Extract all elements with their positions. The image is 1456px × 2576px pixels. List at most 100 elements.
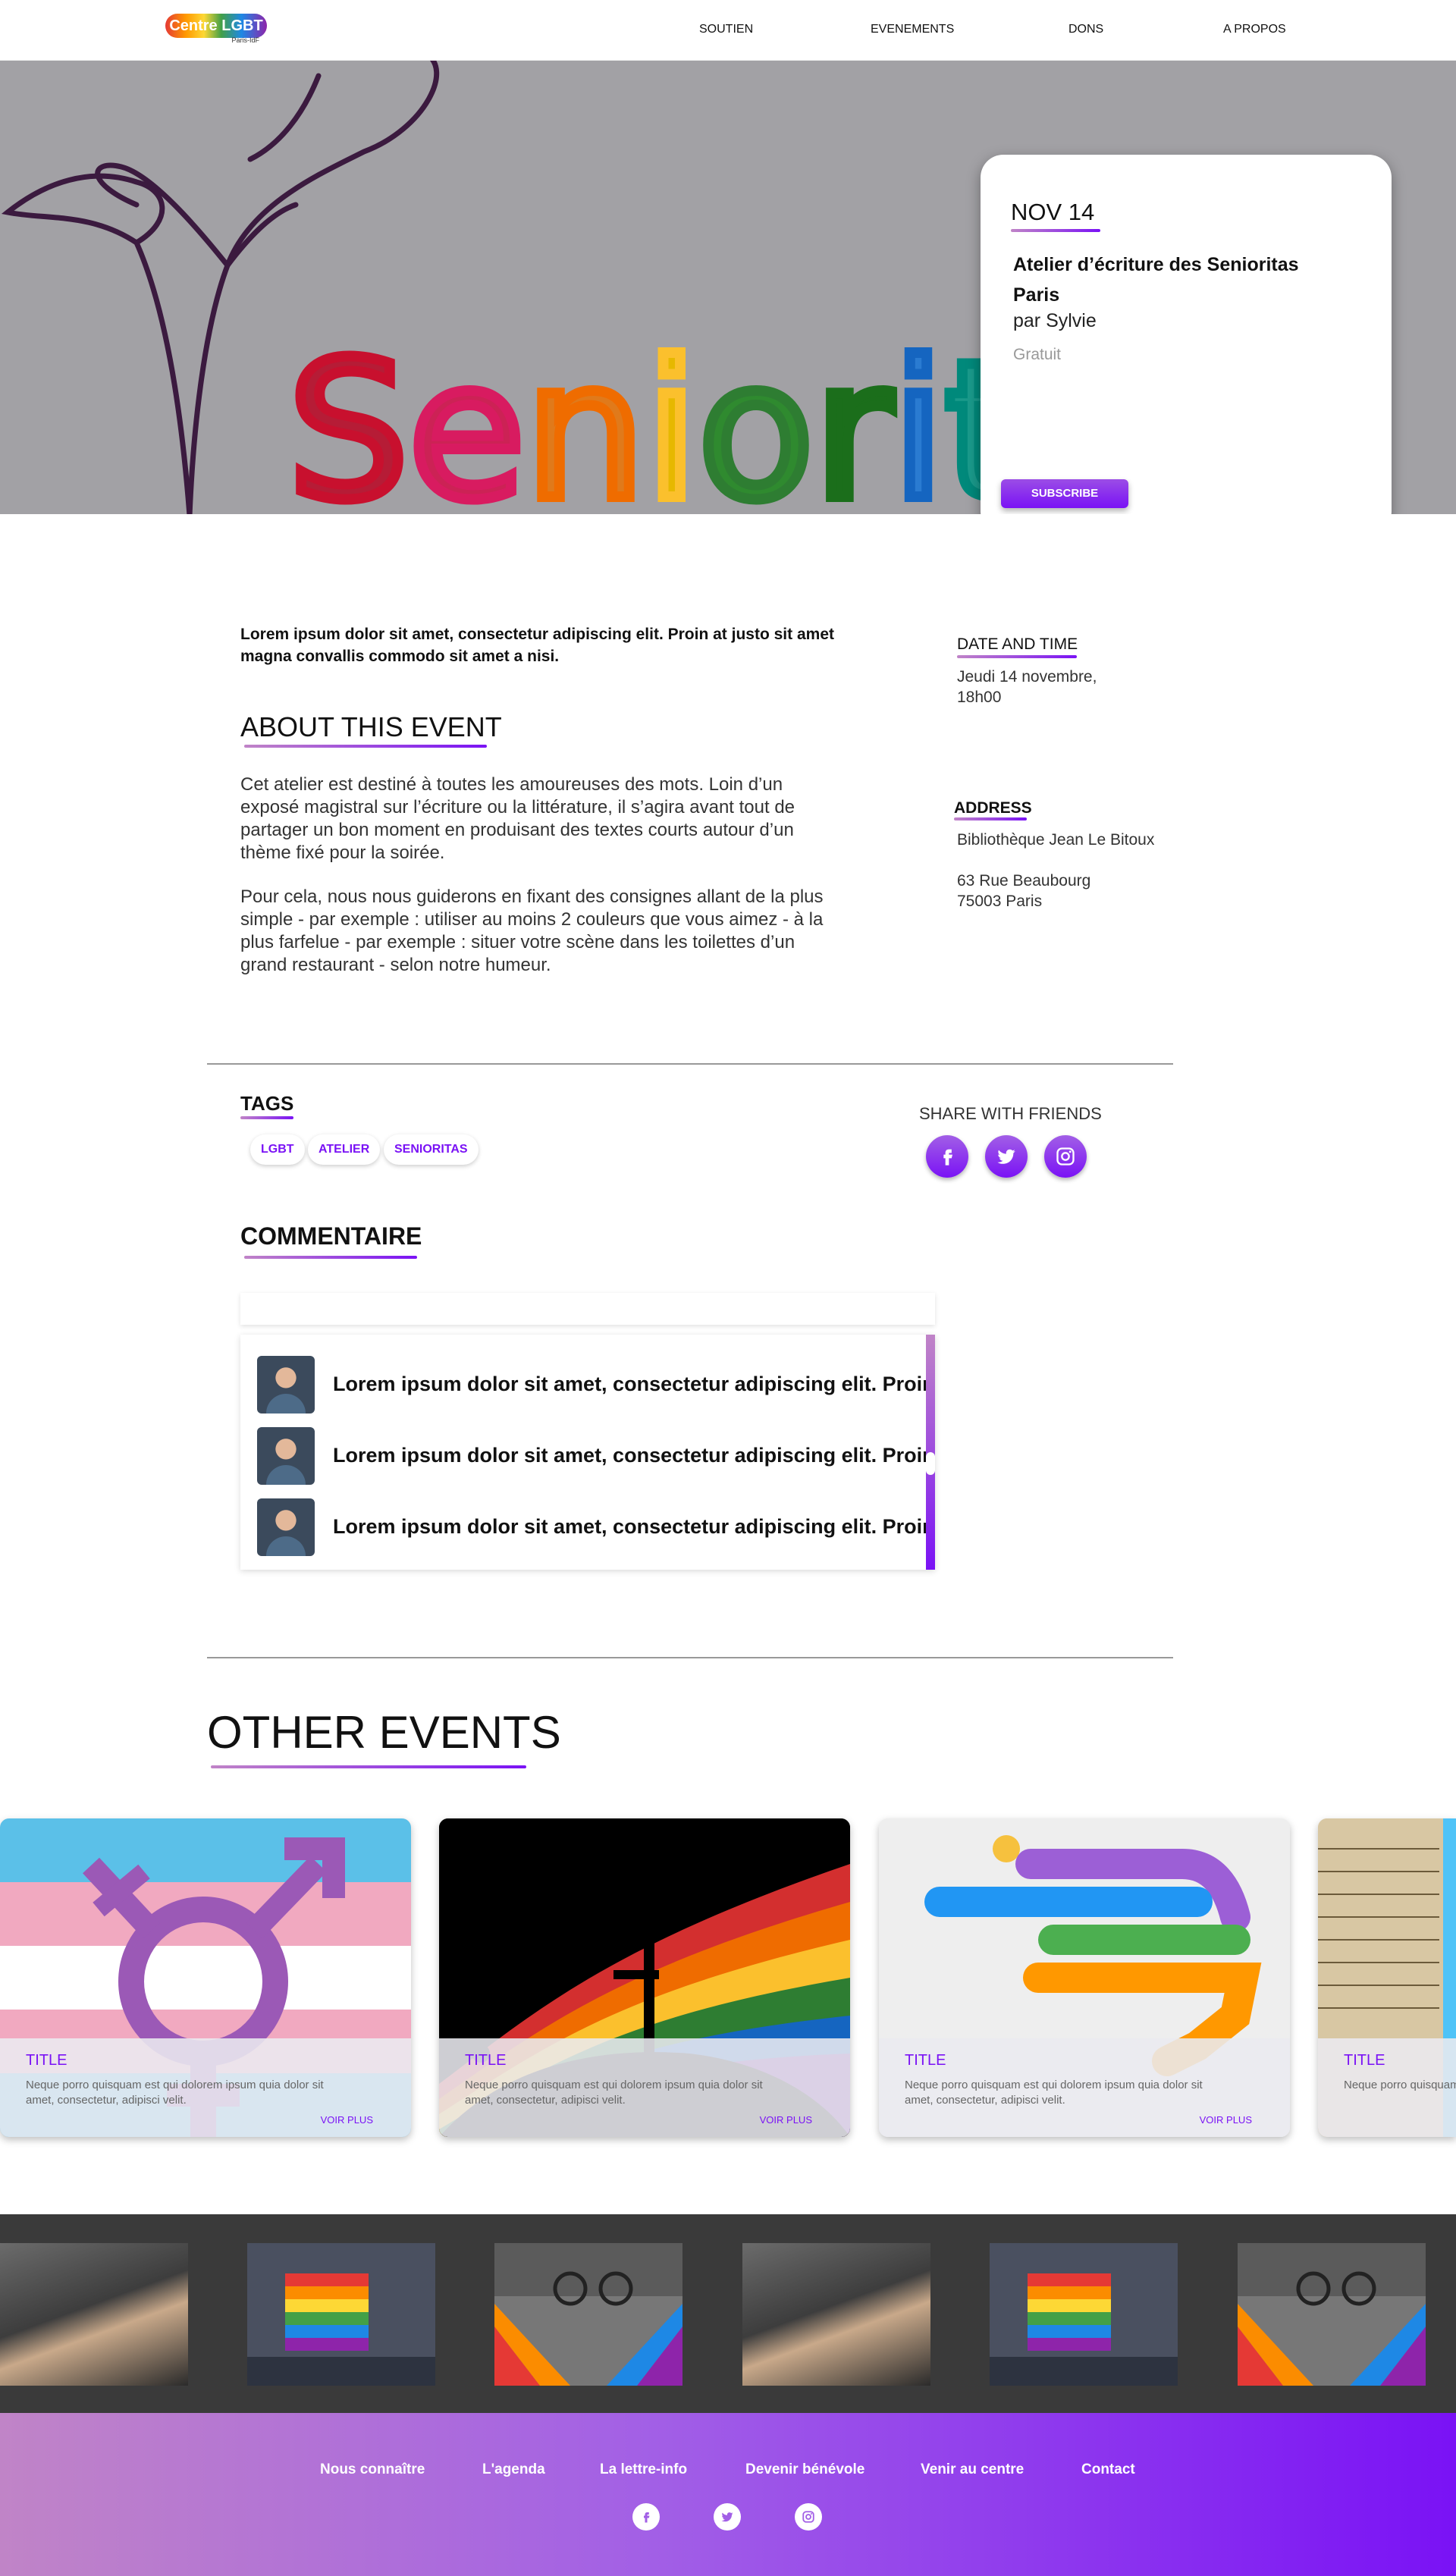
nav-soutien[interactable]: SOUTIEN (699, 23, 753, 36)
comment-item: Lorem ipsum dolor sit amet, consectetur … (257, 1356, 935, 1414)
comment-item: Lorem ipsum dolor sit amet, consectetur … (257, 1498, 935, 1556)
event-lead: Lorem ipsum dolor sit amet, consectetur … (240, 626, 834, 665)
rainbow-crosswalk-photo (1238, 2243, 1426, 2386)
nav-evenements[interactable]: EVENEMENTS (871, 23, 954, 36)
avatar (257, 1356, 315, 1414)
datetime-underline (957, 655, 1077, 658)
footer-link-devenir-benevole[interactable]: Devenir bénévole (745, 2461, 864, 2478)
share-twitter-button[interactable] (985, 1135, 1028, 1178)
other-events-heading: OTHER EVENTS (207, 1707, 561, 1758)
event-card-trans[interactable]: TITLE Neque porro quisquam est qui dolor… (0, 1818, 411, 2137)
card-text: Neque porro quisquam est qui dolorem ips… (465, 2079, 763, 2107)
logo-text: Centre LGBT (169, 17, 263, 34)
footer-facebook-button[interactable] (632, 2503, 660, 2531)
voir-plus-link[interactable]: VOIR PLUS (321, 2114, 373, 2126)
event-card-music[interactable]: TITLE Neque porro quisquam est qui dolor… (439, 1818, 850, 2137)
card-title: TITLE (465, 2052, 507, 2069)
event-price: Gratuit (1013, 346, 1062, 363)
divider (207, 1657, 1173, 1658)
gallery-photo-hug[interactable] (0, 2243, 188, 2386)
tag-lgbt[interactable]: LGBT (250, 1134, 305, 1165)
comment-text: Lorem ipsum dolor sit amet, consectetur … (333, 1515, 935, 1538)
footer-link-contact[interactable]: Contact (1081, 2461, 1135, 2478)
comment-item: Lorem ipsum dolor sit amet, consectetur … (257, 1427, 935, 1485)
datetime-line-2: 18h00 (957, 689, 1002, 706)
gallery-photo-flag[interactable] (990, 2243, 1178, 2386)
rainbow-flag-photo (247, 2243, 435, 2386)
footer-instagram-button[interactable] (795, 2503, 822, 2531)
hero-banner: Senioritas NOV 14 Atelier d’écriture des… (0, 61, 1456, 514)
share-facebook-button[interactable] (926, 1135, 968, 1178)
logo-subtitle: Paris-IdF (231, 36, 259, 44)
about-heading: ABOUT THIS EVENT (240, 711, 502, 742)
footer: Nous connaître L'agenda La lettre-info D… (0, 2413, 1456, 2576)
instagram-icon (802, 2511, 814, 2523)
gallery-photo-hug[interactable] (742, 2243, 930, 2386)
subscribe-button[interactable]: SUBSCRIBE (1001, 479, 1128, 508)
card-text: Neque porro quisquam est qui dolorem ips… (905, 2079, 1203, 2107)
address-underline (954, 817, 1027, 820)
comments-underline (244, 1256, 417, 1259)
comment-list: Lorem ipsum dolor sit amet, consectetur … (240, 1335, 935, 1570)
event-card-sheet-music[interactable]: TITLE Neque porro quisquam est qui dolor… (1318, 1818, 1456, 2137)
tag-atelier[interactable]: ATELIER (308, 1134, 381, 1165)
avatar (257, 1427, 315, 1485)
card-title: TITLE (1344, 2052, 1385, 2069)
address-heading: ADDRESS (954, 799, 1032, 817)
card-title: TITLE (26, 2052, 67, 2069)
tag-senioritas[interactable]: SENIORITAS (384, 1134, 479, 1165)
about-paragraph-1: Cet atelier est destiné à toutes les amo… (240, 774, 795, 863)
rainbow-flag-photo (990, 2243, 1178, 2386)
event-organizer: par Sylvie (1013, 310, 1097, 331)
card-caption: TITLE Neque porro quisquam est qui dolor… (0, 2038, 411, 2137)
card-title: TITLE (905, 2052, 946, 2069)
tags-heading: TAGS (240, 1092, 294, 1115)
comment-input[interactable] (240, 1293, 935, 1325)
nav-dons[interactable]: DONS (1068, 23, 1103, 36)
address-place: Bibliothèque Jean Le Bitoux (957, 831, 1155, 849)
instagram-icon (1056, 1147, 1075, 1166)
card-caption: TITLE Neque porro quisquam est qui dolor… (1318, 2038, 1456, 2137)
twitter-icon (997, 1149, 1015, 1164)
facebook-icon (943, 1149, 952, 1166)
event-card: NOV 14 Atelier d’écriture des Senioritas… (981, 155, 1392, 514)
avatar (257, 1498, 315, 1556)
gallery-photo-crosswalk[interactable] (1238, 2243, 1426, 2386)
voir-plus-link[interactable]: VOIR PLUS (1200, 2114, 1252, 2126)
footer-link-lettre-info[interactable]: La lettre-info (600, 2461, 687, 2478)
gallery-photo-flag[interactable] (247, 2243, 435, 2386)
share-heading: SHARE WITH FRIENDS (919, 1104, 1102, 1123)
datetime-line-1: Jeudi 14 novembre, (957, 668, 1097, 686)
twitter-icon (721, 2512, 733, 2522)
comment-scrollbar-thumb[interactable] (926, 1452, 935, 1475)
tags-underline (240, 1116, 293, 1119)
event-title: Atelier d’écriture des Senioritas Paris (1013, 254, 1299, 306)
divider (207, 1063, 1173, 1065)
address-line-1: 63 Rue Beaubourg (957, 872, 1091, 890)
comments-heading: COMMENTAIRE (240, 1222, 422, 1250)
centre-lgbt-logo[interactable]: Centre LGBT Paris-IdF (165, 14, 267, 45)
event-date: NOV 14 (1011, 199, 1095, 225)
event-card-rainbow-head[interactable]: TITLE Neque porro quisquam est qui dolor… (879, 1818, 1290, 2137)
nav-a-propos[interactable]: A PROPOS (1223, 23, 1286, 36)
voir-plus-link[interactable]: VOIR PLUS (760, 2114, 812, 2126)
footer-link-nous-connaitre[interactable]: Nous connaître (320, 2461, 425, 2478)
about-underline (244, 745, 487, 748)
share-instagram-button[interactable] (1044, 1135, 1087, 1178)
top-navbar: Centre LGBT Paris-IdF SOUTIEN EVENEMENTS… (0, 0, 1456, 61)
card-caption: TITLE Neque porro quisquam est qui dolor… (879, 2038, 1290, 2137)
card-text: Neque porro quisquam est qui dolorem ips… (1344, 2079, 1456, 2091)
footer-twitter-button[interactable] (714, 2503, 741, 2531)
rainbow-crosswalk-photo (494, 2243, 682, 2386)
photo-gallery (0, 2214, 1456, 2413)
facebook-icon (644, 2512, 650, 2523)
comment-text: Lorem ipsum dolor sit amet, consectetur … (333, 1373, 935, 1395)
footer-link-venir-au-centre[interactable]: Venir au centre (921, 2461, 1024, 2478)
comment-text: Lorem ipsum dolor sit amet, consectetur … (333, 1444, 935, 1467)
about-paragraph-2: Pour cela, nous nous guiderons en fixant… (240, 886, 824, 975)
datetime-heading: DATE AND TIME (957, 635, 1078, 653)
gallery-photo-crosswalk[interactable] (494, 2243, 682, 2386)
other-events-underline (211, 1765, 526, 1768)
footer-link-agenda[interactable]: L'agenda (482, 2461, 545, 2478)
date-underline (1011, 229, 1100, 232)
